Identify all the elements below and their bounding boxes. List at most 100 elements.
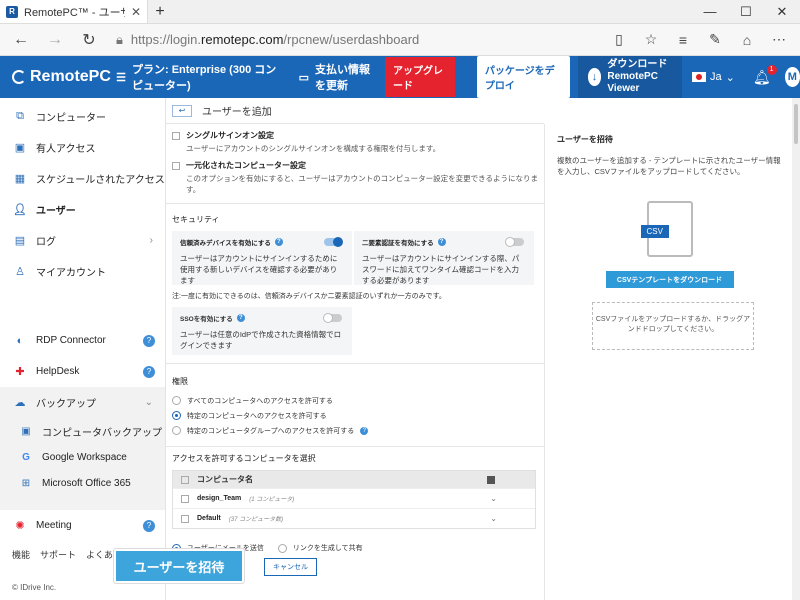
sso-card: SSOを有効にする? ユーザーは任意のIdPで作成された資格情報でログインできま… (172, 307, 352, 355)
sidebar-item-users[interactable]: 👤︎ ユーザー (0, 194, 165, 225)
url-field[interactable]: 🔒︎ https://login.remotepc.com/rpcnew/use… (108, 27, 600, 53)
twofa-toggle[interactable] (505, 237, 524, 247)
computer-table: コンピュータ名 design_Team (1 コンピュータ) ⌄ Default… (172, 470, 536, 529)
remotepc-logo[interactable]: RemotePC (0, 68, 112, 86)
sidebar-item-backup[interactable]: ☁ バックアップ ⌄ (0, 387, 165, 418)
help-icon[interactable]: ? (143, 334, 155, 347)
user-avatar[interactable]: M (784, 67, 800, 87)
maximize-icon[interactable]: ☐ (728, 0, 764, 23)
permissions-section: 権限 すべてのコンピュータへのアクセスを許可する 特定のコンピュータへのアクセス… (166, 363, 544, 438)
perm-option-specific[interactable]: 特定のコンピュータへのアクセスを許可する (172, 408, 538, 423)
help-icon[interactable]: ? (143, 519, 155, 532)
trash-icon[interactable] (487, 475, 495, 484)
help-icon[interactable]: ? (236, 314, 245, 322)
sso-setting-row: シングルサインオン設定 ユーザーにアカウントのシングルサインオンを構成する権限を… (166, 124, 544, 154)
page-scrollbar[interactable] (792, 98, 800, 600)
browser-tab[interactable]: R RemotePC™ - ユーザー管理 ✕ (0, 0, 148, 23)
reading-view-icon[interactable]: ▯ (604, 27, 634, 53)
back-button[interactable]: ↩ (172, 104, 192, 117)
hamburger-icon[interactable]: ☰ (116, 71, 126, 84)
group-count: (1 コンピュータ) (249, 497, 295, 503)
download-csv-template-button[interactable]: CSVテンプレートをダウンロード (605, 271, 734, 288)
table-row[interactable]: design_Team (1 コンピュータ) ⌄ (173, 488, 535, 508)
notes-icon[interactable]: ✎ (700, 27, 730, 53)
forward-arrow-icon[interactable]: → (40, 27, 70, 53)
sso-card-title: SSOを有効にする (180, 316, 233, 323)
sidebar-subitem-office365[interactable]: ⊞ Microsoft Office 365 (0, 470, 165, 496)
minimize-icon[interactable]: — (692, 0, 728, 23)
row-checkbox[interactable] (181, 514, 189, 523)
security-section-title: セキュリティ (166, 203, 544, 231)
chevron-down-icon[interactable]: ⌄ (490, 494, 497, 503)
chevron-down-icon[interactable]: ⌄ (490, 514, 497, 523)
radio-button-selected[interactable] (172, 411, 181, 420)
cloud-icon: ☁ (14, 397, 26, 409)
trusted-device-card: 信頼済みデバイスを有効にする? ユーザーはアカウントにサインインするために使用す… (172, 231, 352, 285)
trusted-device-toggle[interactable] (324, 237, 343, 247)
language-selector[interactable]: Ja ⌄ (691, 71, 735, 84)
help-icon[interactable]: ? (360, 426, 369, 435)
helpdesk-icon: ✚ (15, 366, 25, 378)
select-all-checkbox[interactable] (181, 475, 189, 484)
close-tab-icon[interactable]: ✕ (131, 5, 141, 19)
radio-button[interactable] (172, 396, 181, 405)
back-arrow-icon[interactable]: ← (6, 27, 36, 53)
table-row[interactable]: Default (37 コンピュータ数) ⌄ (173, 508, 535, 528)
sidebar: ⧉ コンピューター ▣ 有人アクセス ▦ スケジュールされたアクセス 👤︎ ユーザー ▤… (0, 98, 166, 600)
footer-link-support[interactable]: サポート (40, 548, 76, 561)
twofa-desc: ユーザーはアカウントにサインインする際、パスワードに加えてワンタイム確認コードを… (362, 254, 520, 285)
invite-users-panel: ユーザーを招待 複数のユーザーを追加する - テンプレートに示されたユーザー情報… (544, 124, 792, 600)
sidebar-item-rdp-connector[interactable]: ◐ RDP Connector? (0, 325, 165, 356)
upgrade-button[interactable]: アップグレード (384, 57, 455, 97)
favorite-star-icon[interactable]: ☆ (636, 27, 666, 53)
sidebar-subitem-computer-backup[interactable]: ▣ コンピュータバックアップ (0, 418, 165, 444)
chevron-down-icon: ⌄ (725, 71, 735, 84)
radio-button[interactable] (277, 543, 287, 553)
hub-icon[interactable]: ≡ (668, 27, 698, 53)
csv-dropzone[interactable]: CSVファイルをアップロードするか、ドラッグアンドドロップしてください。 (592, 302, 754, 350)
sso-setting-checkbox[interactable] (172, 132, 180, 140)
help-icon[interactable]: ? (437, 238, 446, 246)
sidebar-item-meeting[interactable]: ✺ Meeting? (0, 510, 165, 541)
windows-icon: ⊞ (21, 477, 31, 489)
lock-icon: 🔒︎ (116, 31, 123, 47)
notification-badge: 1 (766, 64, 777, 75)
billing-link[interactable]: ▭ 支払い情報を更新 (299, 61, 379, 93)
share-link-option[interactable]: リンクを生成して共有 (277, 543, 363, 553)
footer-link-faq[interactable]: よくあ (86, 548, 113, 561)
group-count: (37 コンピュータ数) (228, 517, 284, 523)
perm-option-all[interactable]: すべてのコンピュータへのアクセスを許可する (172, 393, 538, 408)
help-icon[interactable]: ? (274, 238, 283, 246)
group-name: design_Team (197, 495, 242, 502)
sidebar-item-my-account[interactable]: ♙ マイアカウント (0, 256, 165, 287)
notification-bell-icon[interactable]: 🔔︎ 1 (753, 64, 777, 86)
cancel-button[interactable]: キャンセル (264, 558, 317, 576)
sidebar-subitem-google-workspace[interactable]: G Google Workspace (0, 444, 165, 470)
invite-user-button[interactable]: ユーザーを招待 (114, 549, 244, 583)
deploy-package-button[interactable]: パッケージをデプロイ (476, 56, 570, 98)
sidebar-item-helpdesk[interactable]: ✚ HelpDesk? (0, 356, 165, 387)
new-tab-icon[interactable]: + (148, 0, 172, 23)
panel-header: ↩ ユーザーを追加 (166, 98, 544, 124)
help-icon[interactable]: ? (143, 365, 155, 378)
sso-card-desc: ユーザーは任意のIdPで作成された資格情報でログインできます (180, 330, 342, 350)
column-header-name: コンピュータ名 (197, 475, 253, 484)
footer-link-features[interactable]: 機能 (12, 548, 30, 561)
download-viewer-button[interactable]: ↓ ダウンロード RemotePC Viewer (577, 56, 682, 98)
row-checkbox[interactable] (181, 494, 189, 503)
perm-option-group[interactable]: 特定のコンピュータグループへのアクセスを許可する? (172, 423, 538, 438)
sidebar-item-scheduled-access[interactable]: ▦ スケジュールされたアクセス (0, 163, 165, 194)
window-close-icon[interactable]: ✕ (764, 0, 800, 23)
share-icon[interactable]: ⌂ (732, 27, 762, 53)
unified-setting-checkbox[interactable] (172, 162, 180, 170)
sidebar-item-computers[interactable]: ⧉ コンピューター (0, 101, 165, 132)
sidebar-item-attended-access[interactable]: ▣ 有人アクセス (0, 132, 165, 163)
radio-button[interactable] (172, 426, 181, 435)
sso-toggle[interactable] (323, 313, 342, 323)
refresh-icon[interactable]: ↻ (74, 27, 104, 53)
sidebar-item-logs[interactable]: ▤ ログ › (0, 225, 165, 256)
url-text: https://login.remotepc.com/rpcnew/userda… (130, 32, 420, 47)
more-icon[interactable]: ⋯ (764, 27, 794, 53)
google-icon: G (22, 451, 30, 463)
download-icon: ↓ (587, 68, 602, 86)
